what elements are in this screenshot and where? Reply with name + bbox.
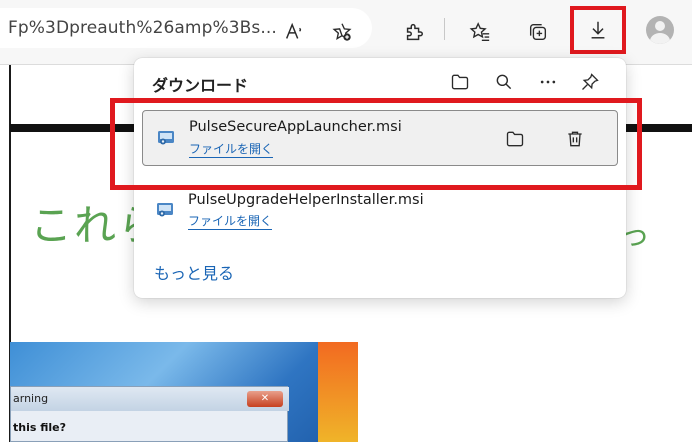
- extensions-icon[interactable]: [396, 14, 432, 50]
- toolbar-separator: [444, 18, 445, 40]
- dialog-close-icon: ✕: [247, 391, 283, 407]
- search-icon[interactable]: [488, 66, 520, 98]
- address-url[interactable]: Fp%3Dpreauth%26amp%3Bs...: [8, 18, 277, 38]
- read-aloud-icon[interactable]: [276, 14, 312, 50]
- msi-file-icon: [157, 203, 173, 217]
- download-button-highlight: [570, 6, 626, 54]
- add-favorite-icon[interactable]: [324, 14, 360, 50]
- download-item[interactable]: PulseUpgradeHelperInstaller.msi ファイルを開く: [142, 186, 618, 242]
- avatar[interactable]: [646, 16, 674, 44]
- see-more-link[interactable]: もっと見る: [154, 260, 234, 284]
- open-file-link[interactable]: ファイルを開く: [188, 214, 273, 230]
- folder-icon[interactable]: [444, 66, 476, 98]
- favorites-icon[interactable]: [462, 14, 498, 50]
- download-file-name: PulseUpgradeHelperInstaller.msi: [188, 192, 424, 208]
- downloads-title: ダウンロード: [152, 76, 249, 95]
- pin-icon[interactable]: [574, 66, 606, 98]
- download-item-highlight: [110, 98, 642, 190]
- security-warning-dialog: arning ✕ this file?: [10, 386, 289, 442]
- dialog-question: this file?: [13, 421, 67, 434]
- address-bar[interactable]: Fp%3Dpreauth%26amp%3Bs...: [0, 8, 372, 48]
- more-icon[interactable]: [532, 66, 564, 98]
- collections-icon[interactable]: [520, 14, 556, 50]
